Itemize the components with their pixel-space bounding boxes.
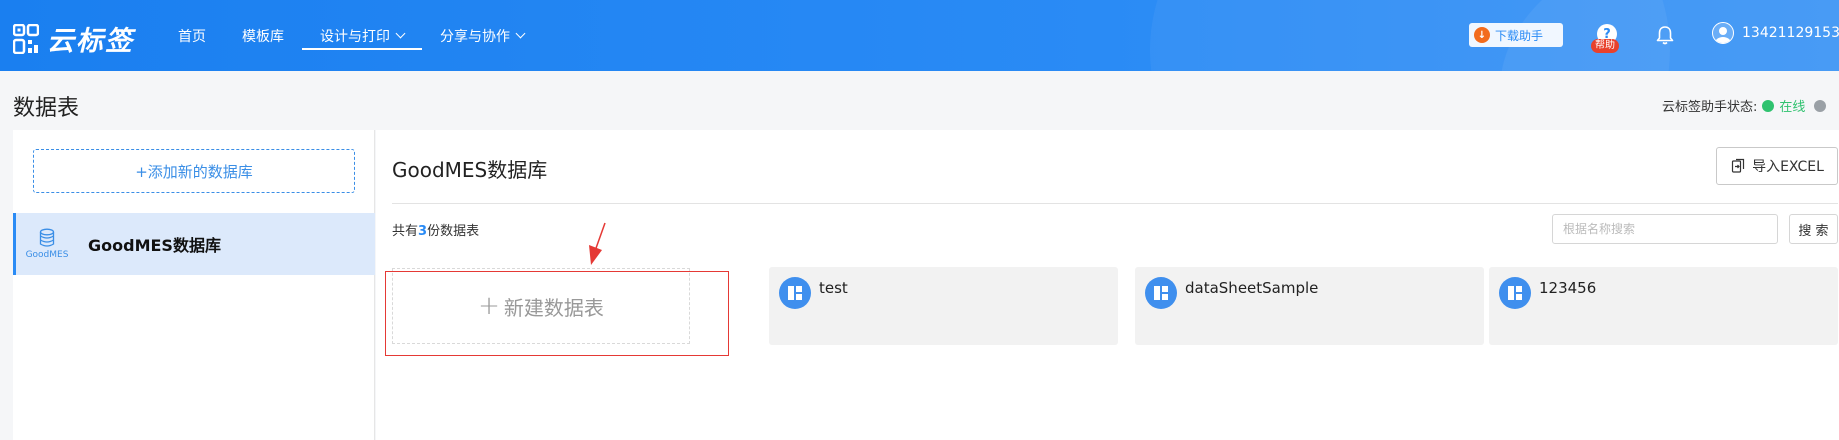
chevron-down-icon: [395, 28, 406, 39]
avatar-icon: [1712, 22, 1734, 44]
username: 13421129153: [1742, 25, 1839, 41]
notification-bell-icon[interactable]: [1654, 24, 1676, 46]
import-label: 导入EXCEL: [1752, 159, 1824, 175]
chevron-down-icon: [515, 28, 526, 39]
database-icon: GoodMES: [16, 228, 78, 260]
count-prefix: 共有: [392, 224, 419, 239]
nav-item-template-library[interactable]: 模板库: [224, 0, 302, 71]
nav-item-share-collaborate[interactable]: 分享与协作: [422, 0, 542, 71]
assistant-status: 云标签助手状态: 在线: [1662, 96, 1827, 115]
app-logo[interactable]: 云标签: [12, 19, 134, 58]
search-input[interactable]: [1552, 214, 1778, 244]
table-card[interactable]: dataSheetSample: [1135, 267, 1484, 345]
add-database-button[interactable]: +添加新的数据库: [33, 149, 355, 193]
table-count: 共有3份数据表: [392, 220, 479, 239]
status-value: 在线: [1779, 100, 1806, 115]
search-button[interactable]: 搜 索: [1789, 214, 1838, 244]
table-icon: [1145, 277, 1177, 309]
database-name: GoodMES数据库: [88, 236, 221, 255]
database-sidebar: +添加新的数据库 GoodMES GoodMES数据库: [13, 130, 375, 440]
plus-icon: +: [478, 291, 500, 321]
help-badge: 帮助: [1591, 39, 1619, 53]
download-icon: ↓: [1474, 27, 1490, 43]
count-suffix: 份数据表: [427, 224, 480, 239]
table-name: test: [819, 279, 848, 297]
new-table-label: 新建数据表: [503, 295, 604, 320]
database-icon-label: GoodMES: [25, 250, 69, 260]
logo-icon: [12, 23, 40, 54]
nav-label: 首页: [178, 28, 206, 45]
new-table-card[interactable]: + 新建数据表: [392, 268, 690, 344]
online-dot-icon: [1762, 99, 1775, 112]
table-name: 123456: [1539, 279, 1597, 297]
database-title: GoodMES数据库: [392, 158, 548, 182]
table-card[interactable]: test: [769, 267, 1118, 345]
table-card[interactable]: 123456: [1489, 267, 1838, 345]
count-value: 3: [418, 224, 428, 239]
nav-item-design-print[interactable]: 设计与打印: [302, 0, 422, 71]
annotation-arrow-icon: [589, 222, 606, 265]
import-excel-button[interactable]: 导入EXCEL: [1716, 147, 1838, 185]
top-navigation-bar: 云标签 首页 模板库 设计与打印 分享与协作 ↓ 下载助手 ? 帮助 13421…: [0, 0, 1839, 71]
help-button[interactable]: ? 帮助: [1589, 22, 1625, 58]
nav-label: 设计与打印: [320, 28, 390, 45]
table-icon: [1499, 277, 1531, 309]
divider: [392, 203, 1838, 204]
logo-text: 云标签: [47, 26, 134, 57]
main-content: GoodMES数据库 导入EXCEL 共有3份数据表 搜 索 + 新建数据表 t…: [376, 130, 1839, 440]
main-nav: 首页 模板库 设计与打印 分享与协作: [160, 0, 542, 71]
sidebar-item-goodmes[interactable]: GoodMES GoodMES数据库: [13, 213, 375, 275]
download-label: 下载助手: [1495, 28, 1544, 43]
download-assistant-button[interactable]: ↓ 下载助手: [1469, 23, 1563, 47]
import-icon: [1731, 158, 1745, 173]
nav-label: 分享与协作: [440, 28, 510, 45]
nav-label: 模板库: [242, 28, 284, 45]
table-icon: [779, 277, 811, 309]
table-name: dataSheetSample: [1185, 279, 1319, 297]
status-label: 云标签助手状态:: [1662, 100, 1758, 115]
nav-item-home[interactable]: 首页: [160, 0, 224, 71]
status-dot-icon: [1814, 99, 1827, 112]
page-title: 数据表: [13, 96, 80, 121]
user-menu[interactable]: 13421129153: [1712, 22, 1839, 44]
